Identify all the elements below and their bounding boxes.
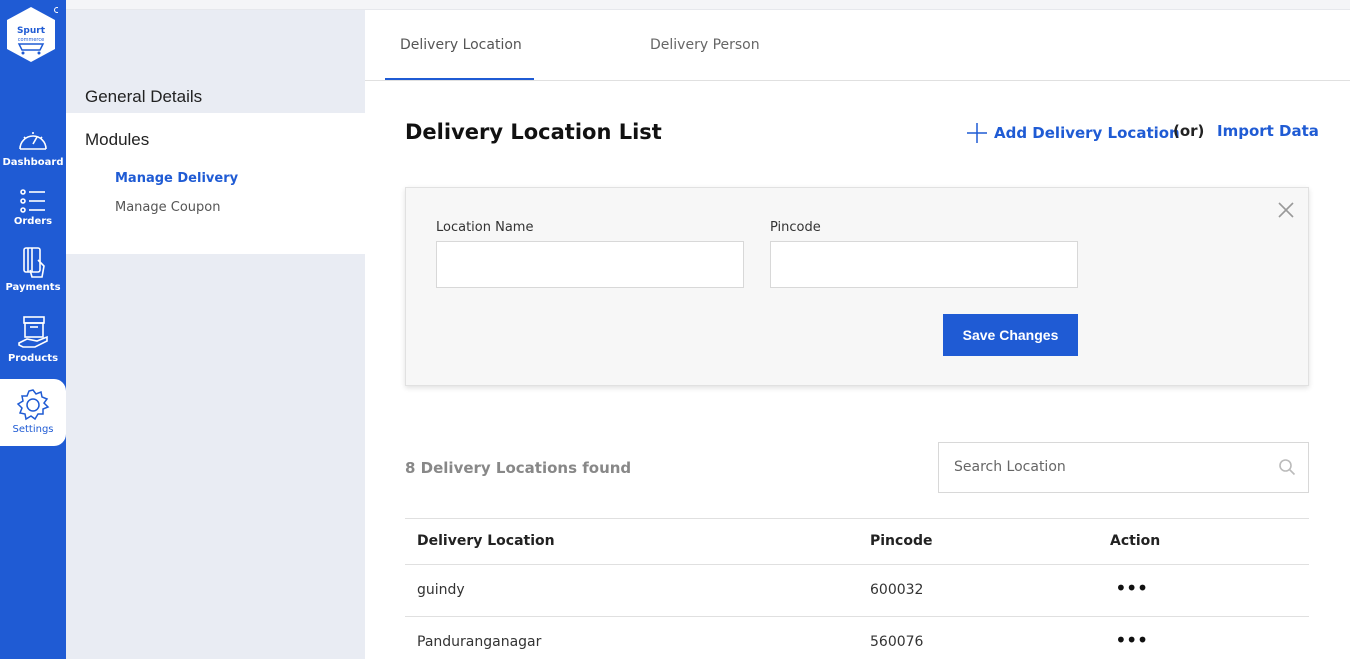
rail-item-orders[interactable]: Orders: [0, 188, 66, 227]
rail-item-settings[interactable]: Settings: [0, 379, 66, 446]
rail-item-payments[interactable]: Payments: [0, 246, 66, 293]
table-top-border: [405, 518, 1309, 519]
add-delivery-location-label: Add Delivery Location: [994, 124, 1180, 142]
table-row-divider: [405, 564, 1309, 565]
payment-card-icon: [23, 247, 45, 278]
tab-delivery-person[interactable]: Delivery Person: [650, 37, 760, 53]
pincode-label: Pincode: [770, 220, 821, 235]
settings-side-panel: [66, 10, 365, 659]
active-tab-indicator: [385, 78, 534, 80]
manage-coupon-link[interactable]: Manage Coupon: [115, 200, 221, 215]
general-details-link[interactable]: General Details: [85, 87, 202, 107]
rail-label-orders: Orders: [13, 216, 53, 227]
box-hand-icon: [18, 316, 48, 348]
plus-icon: [967, 123, 987, 143]
import-data-link[interactable]: Import Data: [1217, 122, 1319, 140]
rail-label-settings: Settings: [12, 424, 54, 435]
spurt-logo[interactable]: Spurt commerce: [4, 6, 60, 62]
page-title: Delivery Location List: [405, 120, 662, 144]
speedometer-icon: [19, 132, 47, 150]
logo-subtext: commerce: [18, 37, 44, 43]
rail-label-products: Products: [7, 353, 59, 364]
or-separator: (or): [1173, 122, 1205, 140]
table-cell-location: Panduranganagar: [417, 634, 542, 650]
location-name-input[interactable]: [436, 241, 744, 288]
rail-item-dashboard[interactable]: Dashboard: [0, 127, 66, 168]
table-cell-pincode: 560076: [870, 634, 924, 650]
results-count: 8 Delivery Locations found: [405, 459, 632, 477]
left-nav-rail: Spurt commerce Dashboard Orders Payments…: [0, 0, 66, 659]
logo-text: Spurt: [17, 26, 46, 36]
column-header-action: Action: [1110, 533, 1161, 549]
top-bar: [66, 0, 1350, 10]
rail-label-payments: Payments: [5, 282, 61, 293]
rail-label-dashboard: Dashboard: [2, 157, 64, 168]
table-row-divider: [405, 616, 1309, 617]
modules-heading[interactable]: Modules: [85, 130, 149, 150]
manage-delivery-link[interactable]: Manage Delivery: [115, 171, 238, 186]
column-header-location: Delivery Location: [417, 533, 555, 549]
row-actions-menu[interactable]: •••: [1115, 628, 1148, 652]
close-icon[interactable]: [1277, 201, 1295, 219]
location-name-label: Location Name: [436, 220, 534, 235]
add-delivery-location-button[interactable]: Add Delivery Location: [966, 122, 1180, 144]
table-cell-location: guindy: [417, 582, 465, 598]
table-cell-pincode: 600032: [870, 582, 924, 598]
tab-delivery-location[interactable]: Delivery Location: [400, 37, 522, 53]
rail-item-products[interactable]: Products: [0, 315, 66, 364]
save-changes-button[interactable]: Save Changes: [943, 314, 1078, 356]
column-header-pincode: Pincode: [870, 533, 933, 549]
gear-icon: [16, 389, 50, 421]
rail-bottom: [0, 446, 66, 659]
row-actions-menu[interactable]: •••: [1115, 576, 1148, 600]
list-icon: [20, 189, 45, 213]
search-icon[interactable]: [1278, 458, 1296, 476]
pincode-input[interactable]: [770, 241, 1078, 288]
search-placeholder: Search Location: [954, 459, 1066, 475]
